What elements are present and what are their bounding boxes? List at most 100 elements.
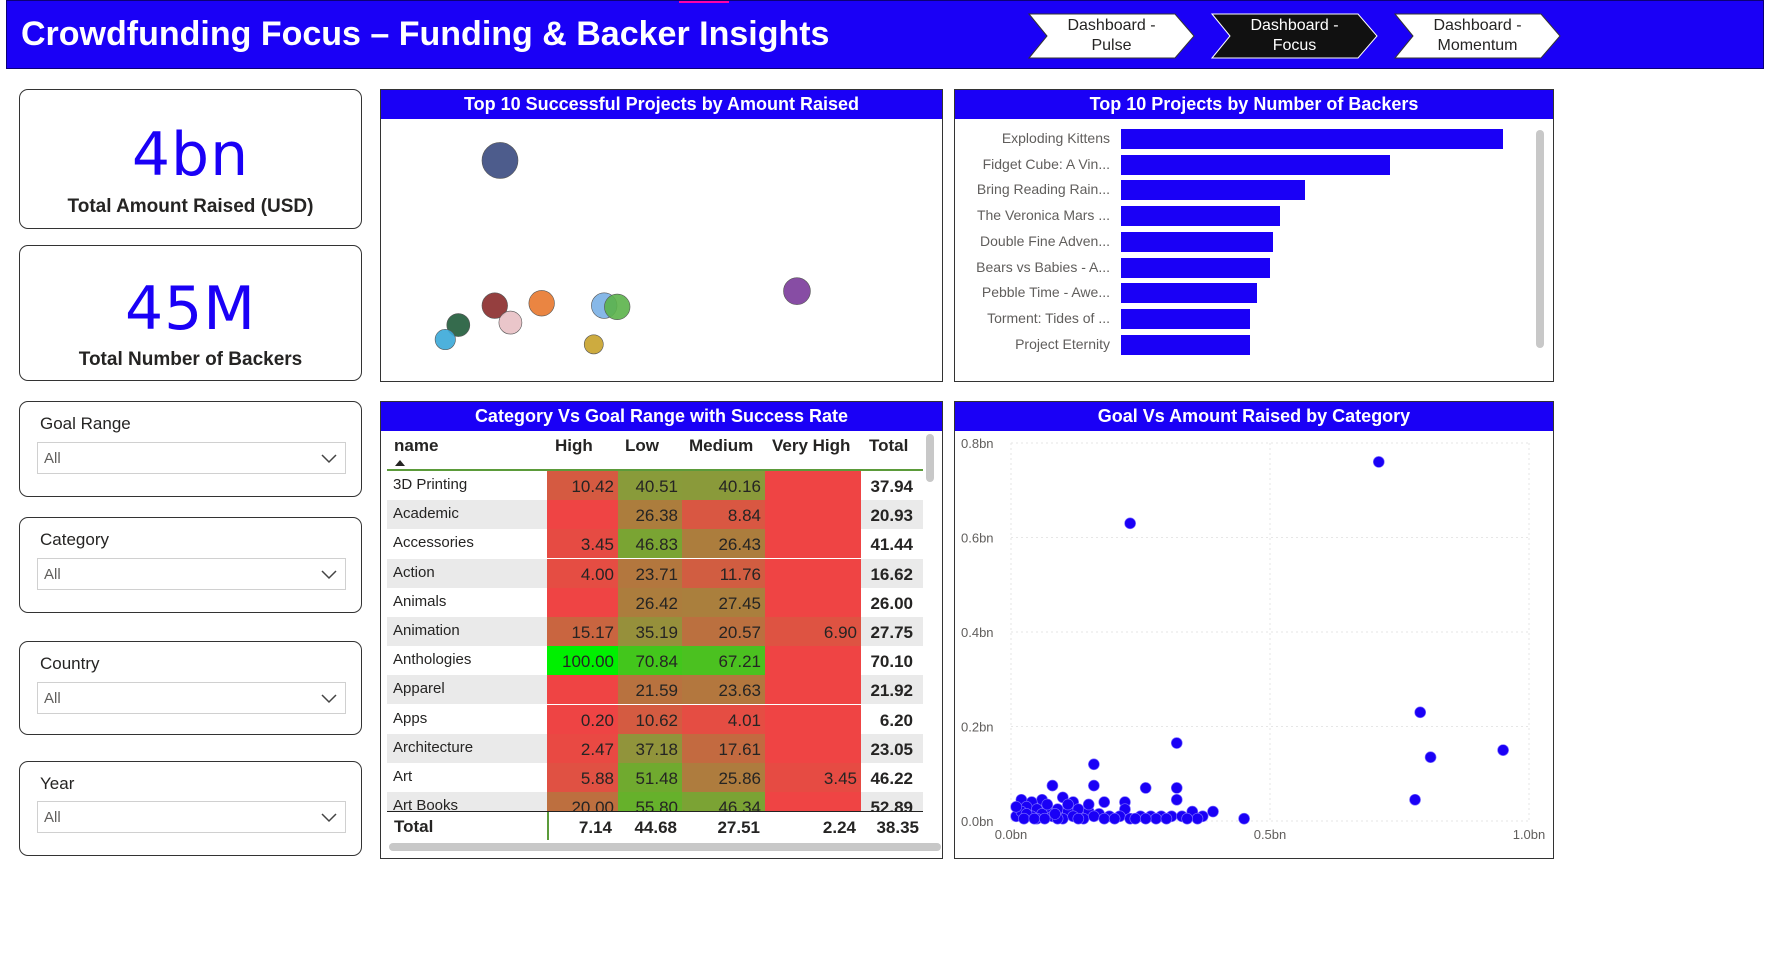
kpi-amount-value: 4bn (131, 120, 250, 190)
table-row[interactable]: Academic 26.38 8.84 20.93 (387, 500, 923, 530)
category-dropdown[interactable]: All (37, 558, 346, 590)
bubble-point[interactable] (604, 293, 631, 320)
scatter-point[interactable] (1072, 812, 1085, 825)
scatter-point[interactable] (1098, 796, 1111, 808)
column-header-high[interactable]: High (555, 436, 593, 456)
nav-button-pulse[interactable]: Dashboard - Pulse (1028, 13, 1195, 59)
table-row[interactable]: Accessories 3.45 46.83 26.43 41.44 (387, 529, 923, 559)
scatter-point[interactable] (1150, 812, 1162, 825)
total-total: 38.35 (876, 818, 919, 837)
cell-low: 10.62 (618, 704, 682, 734)
scatter-point[interactable] (1041, 798, 1054, 811)
table-row[interactable]: Art Books 20.00 55.80 46.34 52.89 (387, 792, 923, 811)
cell-total: 70.10 (861, 646, 917, 676)
scatter-point[interactable] (1062, 798, 1074, 811)
backers-bar[interactable] (1121, 206, 1281, 227)
goal-range-dropdown[interactable]: All (37, 442, 346, 474)
table-row[interactable]: Apps 0.20 10.62 4.01 6.20 (387, 704, 923, 734)
scatter-point[interactable] (1191, 812, 1204, 825)
scatter-point[interactable] (1497, 744, 1509, 756)
table-row[interactable]: Apparel 21.59 23.63 21.92 (387, 675, 923, 705)
cell-very-high (765, 500, 861, 530)
backers-chart-panel: Top 10 Projects by Number of Backers Exp… (954, 89, 1554, 382)
slicer-title: Category (40, 530, 109, 549)
column-header-total[interactable]: Total (869, 436, 908, 456)
matrix-horizontal-scrollbar[interactable] (389, 843, 941, 851)
table-row[interactable]: Animals 26.42 27.45 26.00 (387, 587, 923, 617)
nav-button-momentum[interactable]: Dashboard - Momentum (1394, 13, 1561, 59)
cell-low: 23.71 (618, 558, 682, 588)
scatter-point[interactable] (1018, 812, 1030, 825)
scatter-point[interactable] (1088, 779, 1100, 792)
column-header-name[interactable]: name (394, 436, 438, 456)
scatter-chart[interactable]: 0.0bn 0.2bn 0.4bn 0.6bn 0.8bn 0.0bn 0.5bn 1.0bn (955, 431, 1553, 858)
scatter-point[interactable] (1098, 812, 1111, 825)
bubble-point[interactable] (783, 277, 811, 305)
total-medium: 27.51 (717, 818, 760, 837)
table-row[interactable]: Action 4.00 23.71 11.76 16.62 (387, 558, 923, 588)
scatter-point[interactable] (1010, 801, 1022, 813)
scatter-point[interactable] (1028, 812, 1041, 825)
cell-low: 51.48 (618, 763, 682, 792)
year-dropdown[interactable]: All (37, 801, 346, 833)
scatter-point[interactable] (1108, 812, 1121, 825)
bubble-point[interactable] (528, 290, 555, 317)
scatter-point[interactable] (1139, 812, 1152, 825)
scatter-point[interactable] (1139, 782, 1152, 794)
backers-bar[interactable] (1121, 180, 1306, 201)
scatter-point[interactable] (1049, 808, 1061, 820)
slicer-year: Year All (19, 761, 362, 856)
column-header-low[interactable]: Low (625, 436, 659, 456)
scatter-point[interactable] (1170, 793, 1183, 806)
country-dropdown[interactable]: All (37, 682, 346, 714)
slicer-title: Year (40, 774, 75, 793)
backers-bar[interactable] (1121, 334, 1250, 355)
scatter-point[interactable] (1088, 810, 1100, 823)
column-header-very-high[interactable]: Very High (772, 436, 850, 456)
matrix-body: 3D Printing 10.42 40.51 40.16 37.94 Academic 2… (381, 471, 926, 811)
table-row[interactable]: Art 5.88 51.48 25.86 3.45 46.22 (387, 763, 923, 792)
cell-total: 46.22 (861, 763, 917, 792)
table-row[interactable]: 3D Printing 10.42 40.51 40.16 37.94 (387, 471, 923, 500)
column-header-medium[interactable]: Medium (689, 436, 753, 456)
scatter-point[interactable] (1082, 798, 1095, 811)
scatter-point[interactable] (1424, 751, 1437, 764)
scatter-point[interactable] (1088, 758, 1100, 771)
bubble-point[interactable] (434, 329, 456, 351)
scatter-point[interactable] (1238, 812, 1250, 825)
cell-high: 10.42 (547, 471, 618, 500)
scatter-point[interactable] (1160, 812, 1173, 825)
scatter-point[interactable] (1207, 805, 1219, 818)
scatter-point[interactable] (1124, 517, 1136, 530)
matrix-vertical-scrollbar[interactable] (926, 434, 934, 482)
chart-scrollbar[interactable] (1536, 130, 1544, 348)
table-row[interactable]: Architecture 2.47 37.18 17.61 23.05 (387, 733, 923, 763)
scatter-point[interactable] (1414, 706, 1427, 719)
backers-bar[interactable] (1121, 283, 1258, 304)
backers-bar[interactable] (1121, 308, 1251, 329)
cell-high (547, 500, 618, 530)
bar-category-label: Bears vs Babies - A... (976, 258, 1110, 275)
kpi-card-backers: 45M Total Number of Backers (19, 245, 362, 381)
bar-category-label: Fidget Cube: A Vin... (982, 155, 1110, 172)
scatter-point[interactable] (1170, 737, 1183, 749)
table-row[interactable]: Animation 15.17 35.19 20.57 6.90 27.75 (387, 617, 923, 646)
scatter-point[interactable] (1181, 812, 1193, 825)
backers-bar[interactable] (1121, 231, 1273, 252)
bubble-point[interactable] (498, 310, 523, 335)
table-row[interactable]: Anthologies 100.00 70.84 67.21 70.10 (387, 646, 923, 676)
backers-bar[interactable] (1121, 154, 1391, 175)
scatter-point[interactable] (1129, 812, 1142, 825)
bubble-point[interactable] (481, 142, 519, 179)
scatter-point[interactable] (1170, 782, 1183, 794)
scatter-point[interactable] (1409, 793, 1421, 806)
backers-bar[interactable] (1121, 257, 1270, 278)
backers-bar[interactable] (1121, 129, 1503, 149)
bubble-chart[interactable] (381, 119, 942, 381)
scatter-point[interactable] (1372, 456, 1385, 468)
scatter-point[interactable] (1038, 812, 1051, 825)
nav-button-focus[interactable]: Dashboard - Focus (1211, 13, 1378, 59)
cell-total: 41.44 (861, 529, 917, 559)
bubble-point[interactable] (583, 334, 604, 355)
scatter-point[interactable] (1046, 779, 1059, 792)
